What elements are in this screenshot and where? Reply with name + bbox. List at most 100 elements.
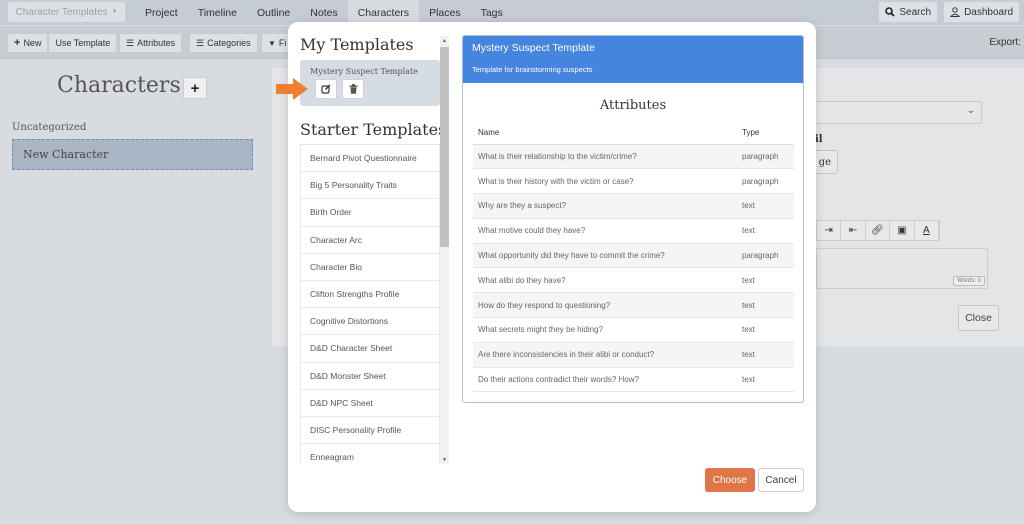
nav-link-project[interactable]: Project	[135, 0, 188, 25]
attribute-type: paragraph	[737, 243, 794, 269]
starter-template-item[interactable]: Character Arc	[300, 226, 440, 254]
template-detail-header: Mystery Suspect Template Template for br…	[463, 36, 803, 83]
starter-template-item[interactable]: DISC Personality Profile	[300, 416, 440, 445]
category-label: Uncategorized	[12, 122, 87, 133]
new-label: New	[23, 38, 42, 48]
attribute-type: paragraph	[737, 168, 794, 195]
dropdown-label: Character Templates	[15, 6, 108, 18]
image-icon[interactable]: ▣	[890, 221, 915, 240]
attribute-type: text	[737, 218, 794, 244]
template-list-scrollbar[interactable]: ▲ ▼	[440, 36, 449, 464]
search-label: Search	[899, 6, 932, 18]
starter-template-item[interactable]: Enneagram	[300, 444, 440, 464]
text-color-icon[interactable]: A	[915, 221, 940, 240]
template-description: Template for brainstorming suspects	[472, 65, 593, 74]
starter-templates-heading: Starter Templates	[300, 120, 447, 139]
template-picker-modal: My Templates Mystery Suspect Template St…	[288, 22, 816, 512]
my-template-name: Mystery Suspect Template	[310, 67, 418, 76]
starter-template-item[interactable]: Character Bio	[300, 253, 440, 281]
starter-template-item[interactable]: Bernard Pivot Questionnaire	[300, 145, 440, 173]
attribute-row: What secrets might they be hiding? text	[473, 317, 794, 343]
starter-template-item[interactable]: Clifton Strengths Profile	[300, 280, 440, 309]
attribute-row: What opportunity did they have to commit…	[473, 243, 794, 269]
my-template-item[interactable]: Mystery Suspect Template	[300, 60, 440, 106]
filter-icon: ▼	[268, 38, 276, 48]
starter-templates-list: Bernard Pivot Questionnaire Big 5 Persona…	[300, 144, 440, 464]
edit-icon	[321, 84, 331, 94]
character-templates-dropdown[interactable]: Character Templates ▼	[8, 2, 125, 22]
use-template-label: Use Template	[55, 38, 111, 48]
character-list-item[interactable]: New Character	[12, 139, 253, 170]
chevron-down-icon: ⌄	[966, 105, 975, 116]
dashboard-label: Dashboard	[964, 6, 1013, 18]
scroll-down-icon[interactable]: ▼	[440, 455, 449, 464]
caret-down-icon: ▼	[111, 9, 118, 15]
attribute-row: What alibi do they have? text	[473, 267, 794, 294]
attribute-type: text	[737, 292, 794, 319]
use-template-button[interactable]: Use Template	[48, 33, 118, 53]
scrollbar-thumb[interactable]	[440, 47, 449, 247]
starter-template-item[interactable]: Big 5 Personality Traits	[300, 172, 440, 200]
my-templates-heading: My Templates	[300, 35, 414, 54]
plus-icon: +	[14, 37, 21, 49]
starter-template-item[interactable]: Birth Order	[300, 199, 440, 227]
thumbnail-label: il	[815, 134, 823, 145]
attribute-name: How do they respond to questioning?	[473, 292, 737, 319]
column-header-name: Name	[473, 121, 737, 145]
attribute-name: What secrets might they be hiding?	[473, 317, 737, 343]
nav-link-outline[interactable]: Outline	[247, 0, 300, 25]
attributes-label: Attributes	[137, 38, 176, 48]
export-label: Export:	[989, 37, 1021, 48]
add-character-button[interactable]: +	[183, 77, 207, 99]
delete-template-button[interactable]	[342, 79, 364, 99]
arrow-right-icon	[276, 78, 308, 100]
attributes-button[interactable]: ☰ Attributes	[119, 33, 183, 53]
trash-icon	[349, 84, 357, 94]
new-character-button[interactable]: + New	[7, 33, 49, 53]
list-icon: ☰	[196, 37, 205, 48]
attribute-type: text	[737, 267, 794, 294]
attribute-row: What is their relationship to the victim…	[473, 144, 794, 170]
user-icon	[950, 7, 961, 17]
attribute-row: What is their history with the victim or…	[473, 168, 794, 195]
outdent-icon[interactable]: ⇤	[841, 221, 866, 240]
edit-template-button[interactable]	[315, 79, 337, 99]
category-select[interactable]: ⌄	[810, 101, 982, 124]
search-button[interactable]: Search	[878, 1, 939, 23]
categories-button[interactable]: ☰ Categories	[189, 33, 258, 53]
attributes-table: Name Type What is their relationship to …	[473, 121, 794, 393]
attribute-row: How do they respond to questioning? text	[473, 292, 794, 319]
link-icon[interactable]: 🔗︎	[866, 221, 891, 240]
attribute-type: text	[737, 342, 794, 368]
scroll-up-icon[interactable]: ▲	[440, 36, 449, 45]
close-button[interactable]: Close	[958, 305, 999, 331]
template-title: Mystery Suspect Template	[472, 42, 595, 54]
starter-template-item[interactable]: Cognitive Distortions	[300, 308, 440, 336]
attribute-row: Why are they a suspect? text	[473, 193, 794, 219]
plus-icon: +	[190, 79, 200, 97]
indent-icon[interactable]: ⇥	[817, 221, 842, 240]
attribute-type: paragraph	[737, 144, 794, 170]
rich-text-editor[interactable]: Words: 0	[816, 248, 988, 289]
starter-template-item[interactable]: D&D NPC Sheet	[300, 389, 440, 417]
filter-label: Fi	[278, 38, 287, 48]
nav-link-timeline[interactable]: Timeline	[188, 0, 247, 25]
template-detail-card: Mystery Suspect Template Template for br…	[462, 35, 804, 403]
list-icon: ☰	[126, 37, 135, 48]
characters-sidebar: Characters + Uncategorized New Character	[0, 60, 272, 524]
attribute-name: What alibi do they have?	[473, 267, 737, 294]
attribute-row: What motive could they have? text	[473, 218, 794, 244]
attribute-name: What is their relationship to the victim…	[473, 144, 737, 170]
dashboard-button[interactable]: Dashboard	[943, 1, 1020, 23]
search-icon	[885, 7, 896, 17]
starter-template-item[interactable]: D&D Monster Sheet	[300, 362, 440, 390]
cancel-button[interactable]: Cancel	[758, 468, 804, 492]
attribute-row: Do their actions contradict their words?…	[473, 367, 794, 393]
categories-label: Categories	[207, 38, 251, 48]
starter-template-item[interactable]: D&D Character Sheet	[300, 335, 440, 363]
attribute-name: What motive could they have?	[473, 218, 737, 244]
attribute-name: What is their history with the victim or…	[473, 168, 737, 195]
choose-button[interactable]: Choose	[705, 468, 755, 492]
page-title: Characters	[57, 73, 181, 98]
column-header-type: Type	[737, 121, 794, 145]
